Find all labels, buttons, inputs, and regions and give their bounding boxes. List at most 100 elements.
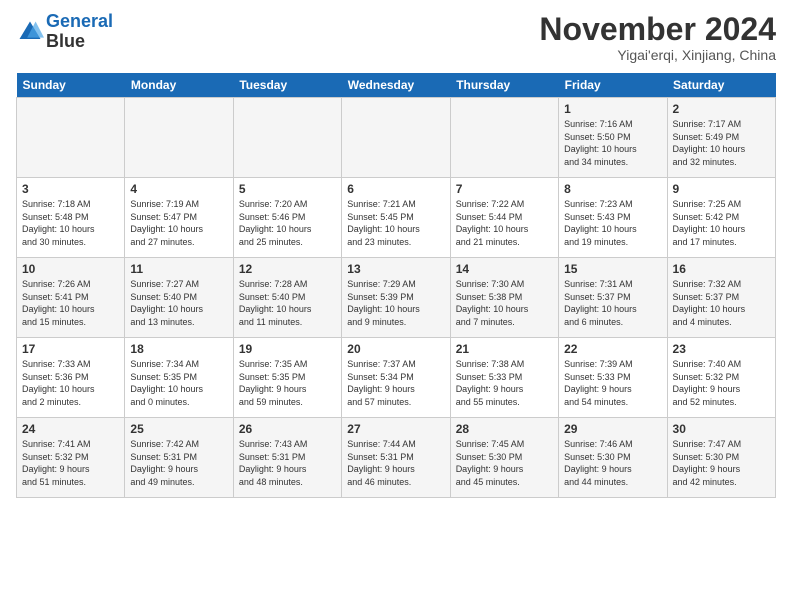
day-number: 4 (130, 182, 227, 196)
day-number: 15 (564, 262, 661, 276)
day-info: Sunrise: 7:33 AM Sunset: 5:36 PM Dayligh… (22, 358, 119, 408)
day-number: 1 (564, 102, 661, 116)
calendar-cell: 9 Sunrise: 7:25 AM Sunset: 5:42 PM Daylig… (667, 178, 775, 258)
day-info: Sunrise: 7:25 AM Sunset: 5:42 PM Dayligh… (673, 198, 770, 248)
calendar-cell: 12Sunrise: 7:28 AM Sunset: 5:40 PM Dayli… (233, 258, 341, 338)
day-info: Sunrise: 7:44 AM Sunset: 5:31 PM Dayligh… (347, 438, 444, 488)
day-number: 2 (673, 102, 770, 116)
day-number: 10 (22, 262, 119, 276)
calendar-cell: 28Sunrise: 7:45 AM Sunset: 5:30 PM Dayli… (450, 418, 558, 498)
day-number: 16 (673, 262, 770, 276)
weekday-header-friday: Friday (559, 73, 667, 98)
page-container: General Blue November 2024 Yigai'erqi, X… (0, 0, 792, 506)
calendar-cell: 5 Sunrise: 7:20 AM Sunset: 5:46 PM Daylig… (233, 178, 341, 258)
calendar-cell (125, 98, 233, 178)
day-number: 5 (239, 182, 336, 196)
title-section: November 2024 Yigai'erqi, Xinjiang, Chin… (539, 12, 776, 63)
day-number: 26 (239, 422, 336, 436)
day-info: Sunrise: 7:21 AM Sunset: 5:45 PM Dayligh… (347, 198, 444, 248)
day-number: 30 (673, 422, 770, 436)
calendar-cell: 4 Sunrise: 7:19 AM Sunset: 5:47 PM Daylig… (125, 178, 233, 258)
day-info: Sunrise: 7:38 AM Sunset: 5:33 PM Dayligh… (456, 358, 553, 408)
logo: General Blue (16, 12, 113, 52)
day-number: 14 (456, 262, 553, 276)
calendar-cell: 26 Sunrise: 7:43 AM Sunset: 5:31 PM Dayli… (233, 418, 341, 498)
weekday-header-row: SundayMondayTuesdayWednesdayThursdayFrid… (17, 73, 776, 98)
calendar-cell: 7Sunrise: 7:22 AM Sunset: 5:44 PM Daylig… (450, 178, 558, 258)
page-header: General Blue November 2024 Yigai'erqi, X… (16, 12, 776, 63)
calendar-cell: 25 Sunrise: 7:42 AM Sunset: 5:31 PM Dayli… (125, 418, 233, 498)
day-info: Sunrise: 7:31 AM Sunset: 5:37 PM Dayligh… (564, 278, 661, 328)
weekday-header-wednesday: Wednesday (342, 73, 450, 98)
day-number: 19 (239, 342, 336, 356)
weekday-header-thursday: Thursday (450, 73, 558, 98)
calendar-cell: 29Sunrise: 7:46 AM Sunset: 5:30 PM Dayli… (559, 418, 667, 498)
day-number: 25 (130, 422, 227, 436)
day-info: Sunrise: 7:28 AM Sunset: 5:40 PM Dayligh… (239, 278, 336, 328)
day-info: Sunrise: 7:16 AM Sunset: 5:50 PM Dayligh… (564, 118, 661, 168)
day-info: Sunrise: 7:40 AM Sunset: 5:32 PM Dayligh… (673, 358, 770, 408)
day-number: 20 (347, 342, 444, 356)
calendar-week-5: 24Sunrise: 7:41 AM Sunset: 5:32 PM Dayli… (17, 418, 776, 498)
weekday-header-saturday: Saturday (667, 73, 775, 98)
day-number: 21 (456, 342, 553, 356)
calendar-table: SundayMondayTuesdayWednesdayThursdayFrid… (16, 73, 776, 498)
calendar-cell: 21 Sunrise: 7:38 AM Sunset: 5:33 PM Dayli… (450, 338, 558, 418)
calendar-cell: 6 Sunrise: 7:21 AM Sunset: 5:45 PM Daylig… (342, 178, 450, 258)
day-info: Sunrise: 7:30 AM Sunset: 5:38 PM Dayligh… (456, 278, 553, 328)
day-number: 29 (564, 422, 661, 436)
weekday-header-sunday: Sunday (17, 73, 125, 98)
day-number: 3 (22, 182, 119, 196)
calendar-header: SundayMondayTuesdayWednesdayThursdayFrid… (17, 73, 776, 98)
day-info: Sunrise: 7:41 AM Sunset: 5:32 PM Dayligh… (22, 438, 119, 488)
day-number: 11 (130, 262, 227, 276)
day-info: Sunrise: 7:18 AM Sunset: 5:48 PM Dayligh… (22, 198, 119, 248)
calendar-cell: 15 Sunrise: 7:31 AM Sunset: 5:37 PM Dayli… (559, 258, 667, 338)
calendar-cell (450, 98, 558, 178)
day-info: Sunrise: 7:47 AM Sunset: 5:30 PM Dayligh… (673, 438, 770, 488)
calendar-cell: 20Sunrise: 7:37 AM Sunset: 5:34 PM Dayli… (342, 338, 450, 418)
calendar-cell: 17 Sunrise: 7:33 AM Sunset: 5:36 PM Dayli… (17, 338, 125, 418)
day-number: 18 (130, 342, 227, 356)
calendar-cell: 1 Sunrise: 7:16 AM Sunset: 5:50 PM Daylig… (559, 98, 667, 178)
day-info: Sunrise: 7:26 AM Sunset: 5:41 PM Dayligh… (22, 278, 119, 328)
calendar-cell: 19 Sunrise: 7:35 AM Sunset: 5:35 PM Dayli… (233, 338, 341, 418)
day-info: Sunrise: 7:20 AM Sunset: 5:46 PM Dayligh… (239, 198, 336, 248)
calendar-cell: 16 Sunrise: 7:32 AM Sunset: 5:37 PM Dayli… (667, 258, 775, 338)
day-info: Sunrise: 7:17 AM Sunset: 5:49 PM Dayligh… (673, 118, 770, 168)
calendar-cell (233, 98, 341, 178)
day-number: 22 (564, 342, 661, 356)
calendar-cell: 30 Sunrise: 7:47 AM Sunset: 5:30 PM Dayli… (667, 418, 775, 498)
calendar-cell: 11Sunrise: 7:27 AM Sunset: 5:40 PM Dayli… (125, 258, 233, 338)
day-info: Sunrise: 7:42 AM Sunset: 5:31 PM Dayligh… (130, 438, 227, 488)
calendar-week-2: 3 Sunrise: 7:18 AM Sunset: 5:48 PM Daylig… (17, 178, 776, 258)
calendar-body: 1 Sunrise: 7:16 AM Sunset: 5:50 PM Daylig… (17, 98, 776, 498)
calendar-cell: 2 Sunrise: 7:17 AM Sunset: 5:49 PM Daylig… (667, 98, 775, 178)
day-number: 23 (673, 342, 770, 356)
calendar-week-3: 10 Sunrise: 7:26 AM Sunset: 5:41 PM Dayli… (17, 258, 776, 338)
calendar-cell: 27 Sunrise: 7:44 AM Sunset: 5:31 PM Dayli… (342, 418, 450, 498)
calendar-cell: 24Sunrise: 7:41 AM Sunset: 5:32 PM Dayli… (17, 418, 125, 498)
location-subtitle: Yigai'erqi, Xinjiang, China (539, 47, 776, 63)
day-info: Sunrise: 7:34 AM Sunset: 5:35 PM Dayligh… (130, 358, 227, 408)
day-info: Sunrise: 7:43 AM Sunset: 5:31 PM Dayligh… (239, 438, 336, 488)
day-info: Sunrise: 7:32 AM Sunset: 5:37 PM Dayligh… (673, 278, 770, 328)
weekday-header-monday: Monday (125, 73, 233, 98)
day-info: Sunrise: 7:35 AM Sunset: 5:35 PM Dayligh… (239, 358, 336, 408)
day-number: 27 (347, 422, 444, 436)
day-info: Sunrise: 7:39 AM Sunset: 5:33 PM Dayligh… (564, 358, 661, 408)
month-title: November 2024 (539, 12, 776, 47)
day-number: 9 (673, 182, 770, 196)
calendar-cell: 8Sunrise: 7:23 AM Sunset: 5:43 PM Daylig… (559, 178, 667, 258)
calendar-week-4: 17 Sunrise: 7:33 AM Sunset: 5:36 PM Dayli… (17, 338, 776, 418)
day-number: 6 (347, 182, 444, 196)
calendar-cell (17, 98, 125, 178)
calendar-cell: 10 Sunrise: 7:26 AM Sunset: 5:41 PM Dayli… (17, 258, 125, 338)
day-number: 17 (22, 342, 119, 356)
day-number: 8 (564, 182, 661, 196)
logo-icon (16, 18, 44, 46)
calendar-week-1: 1 Sunrise: 7:16 AM Sunset: 5:50 PM Daylig… (17, 98, 776, 178)
day-info: Sunrise: 7:19 AM Sunset: 5:47 PM Dayligh… (130, 198, 227, 248)
calendar-cell: 23 Sunrise: 7:40 AM Sunset: 5:32 PM Dayli… (667, 338, 775, 418)
weekday-header-tuesday: Tuesday (233, 73, 341, 98)
